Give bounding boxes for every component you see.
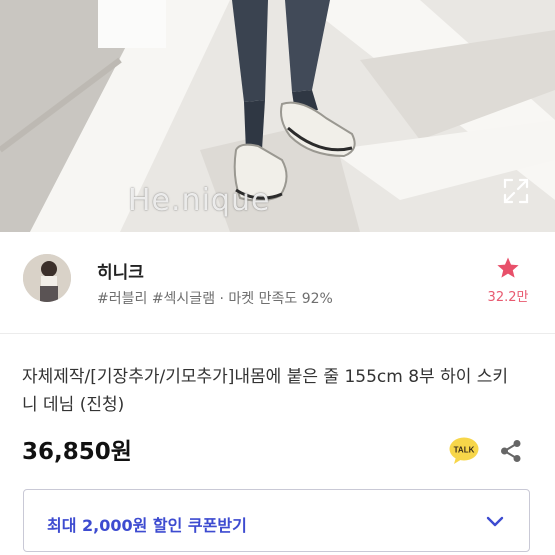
favorite-button[interactable]: 32.2만 [478,256,538,305]
favorite-count: 32.2만 [487,290,529,305]
seller-info[interactable]: 히니크 #러블리 #섹시글램 · 마켓 만족도 92% 32.2만 [0,232,555,334]
product-image[interactable]: He.nique [0,0,555,232]
brand-watermark: He.nique [128,183,271,218]
chevron-down-icon [486,516,504,527]
coupon-label: 최대 2,000원 할인 쿠폰받기 [47,516,247,535]
coupon-button[interactable]: 최대 2,000원 할인 쿠폰받기 [23,489,530,552]
share-icon[interactable] [500,439,522,463]
seller-tags: #러블리 #섹시글램 · 마켓 만족도 92% [97,291,333,307]
svg-text:TALK: TALK [454,446,475,455]
avatar-image [23,254,71,302]
product-title: 자체제작/[기장추가/기모추가]내몸에 붙은 줄 155cm 8부 하이 스키니… [22,367,509,415]
star-icon [497,257,519,278]
product-photo [0,0,555,232]
kakao-talk-icon[interactable]: TALK [449,437,479,464]
product-price: 36,850원 [22,439,132,465]
seller-name[interactable]: 히니크 [97,258,144,283]
expand-icon[interactable] [503,178,529,204]
seller-avatar[interactable] [23,254,71,302]
